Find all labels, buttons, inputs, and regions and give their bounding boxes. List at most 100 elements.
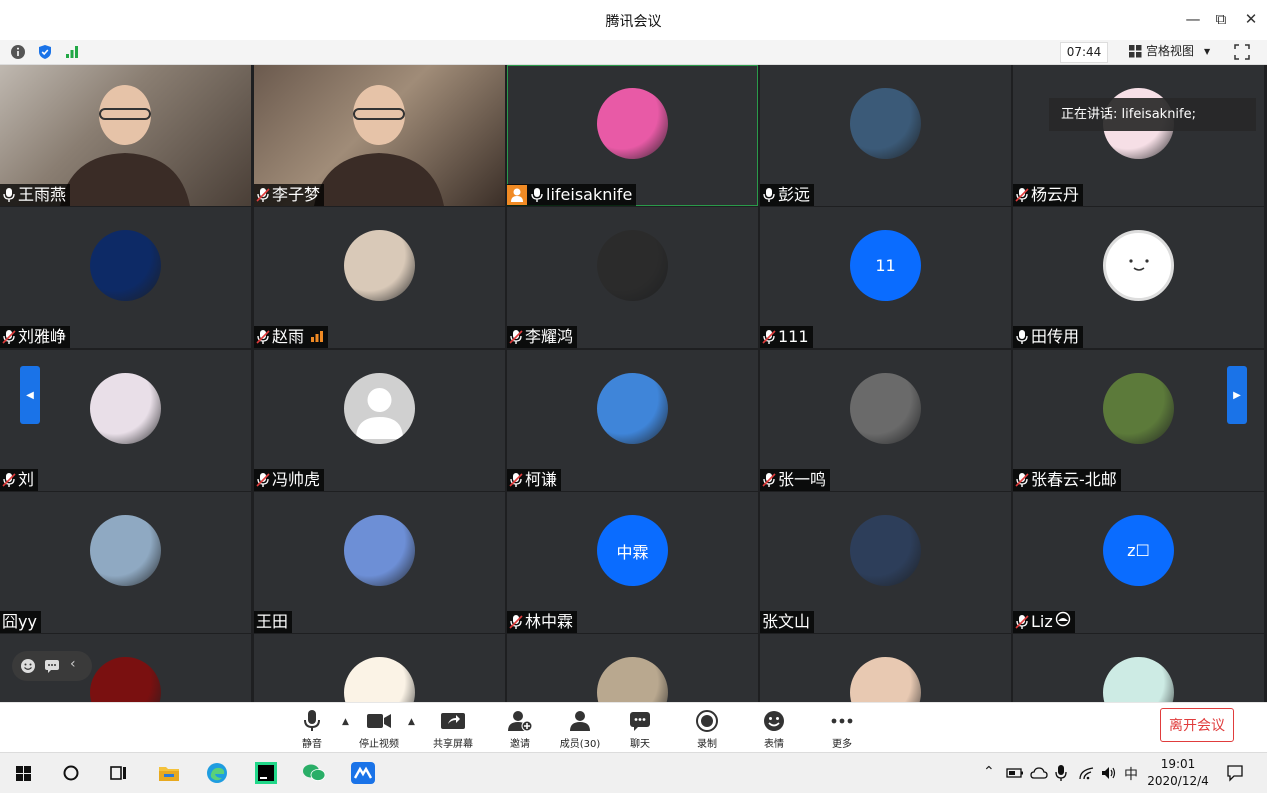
participant-tile[interactable]: z☐ Liz (1013, 492, 1264, 633)
meeting-timer: 07:44 (1060, 42, 1108, 63)
minimize-button[interactable]: — (1182, 8, 1204, 30)
window-title: 腾讯会议 (605, 14, 662, 30)
video-options-caret-icon[interactable]: ▲ (408, 717, 418, 727)
participant-avatar: 11 (850, 230, 921, 301)
more-button[interactable]: 更多 (812, 709, 872, 751)
participant-name-tag: 刘 (0, 469, 39, 491)
participant-name: Liz (1031, 612, 1053, 631)
share-screen-label: 共享屏幕 (433, 739, 473, 750)
system-clock[interactable]: 19:01 2020/12/4 (1146, 756, 1210, 790)
task-view-icon[interactable] (104, 759, 132, 787)
participant-tile[interactable]: 中霖 林中霖 (507, 492, 758, 633)
close-button[interactable]: ✕ (1240, 8, 1262, 30)
input-method-indicator[interactable]: 中 (1124, 764, 1138, 783)
quick-reaction-pill: ‹ (12, 651, 92, 681)
smile-face-icon (1128, 258, 1149, 271)
pycharm-icon[interactable] (252, 759, 280, 787)
participant-name-tag: 田传用 (1013, 326, 1084, 348)
fullscreen-icon[interactable] (1234, 44, 1250, 60)
network-signal-icon[interactable] (64, 44, 80, 60)
participant-tile[interactable]: 王田 (254, 492, 505, 633)
stop-video-button[interactable]: 停止视频 (349, 709, 409, 751)
participant-tile[interactable] (1013, 634, 1264, 702)
participant-tile[interactable]: 王雨燕 (0, 65, 251, 206)
participant-avatar (1103, 657, 1174, 702)
tray-microphone-icon[interactable] (1054, 764, 1068, 782)
participant-tile[interactable]: 李耀鸿 (507, 207, 758, 348)
record-icon (696, 710, 718, 732)
windows-start-icon[interactable] (10, 759, 38, 787)
info-icon[interactable] (10, 44, 26, 60)
participant-name: 冯帅虎 (272, 470, 321, 489)
mic-muted-icon (762, 330, 776, 344)
participant-tile[interactable]: 刘雅峥 (0, 207, 251, 348)
participant-name-tag: Liz (1013, 611, 1075, 633)
participant-tile[interactable]: 李子梦 (254, 65, 505, 206)
mic-muted-icon (762, 473, 776, 487)
battery-icon[interactable] (1006, 764, 1024, 782)
next-page-button[interactable]: ▶ (1227, 366, 1247, 424)
participant-name: 张春云-北邮 (1031, 470, 1117, 489)
share-screen-button[interactable]: 共享屏幕 (423, 709, 483, 751)
participant-name-tag: 张一鸣 (760, 469, 831, 491)
participant-name: 李子梦 (272, 185, 321, 204)
security-shield-icon[interactable] (37, 44, 53, 60)
participant-tile[interactable]: 张文山 (760, 492, 1011, 633)
participant-name: 李耀鸿 (525, 327, 574, 346)
participant-tile[interactable]: 杨云丹 (1013, 65, 1264, 206)
participant-tile[interactable]: 彭远 (760, 65, 1011, 206)
mic-muted-icon (2, 473, 16, 487)
collapse-icon[interactable]: ‹ (70, 656, 76, 672)
microphone-icon (304, 710, 320, 731)
mute-button[interactable]: 静音 (282, 709, 342, 751)
members-icon (570, 711, 590, 731)
title-bar: 腾讯会议 — ⧉ ✕ (0, 0, 1267, 40)
members-button[interactable]: 成员(30) (550, 709, 610, 751)
tray-expand-icon[interactable]: ⌃ (983, 764, 995, 782)
participant-tile[interactable]: lifeisaknife (507, 65, 758, 206)
participant-tile[interactable]: 柯谦 (507, 350, 758, 491)
emoji-button[interactable]: 表情 (744, 709, 804, 751)
leave-meeting-button[interactable]: 离开会议 (1160, 708, 1234, 742)
record-button[interactable]: 录制 (677, 709, 737, 751)
participant-tile[interactable]: 囧yy (0, 492, 251, 633)
participant-tile[interactable]: 张一鸣 (760, 350, 1011, 491)
chevron-left-icon: ◀ (26, 389, 34, 401)
participant-name-tag: 王雨燕 (0, 184, 71, 206)
record-label: 录制 (697, 739, 717, 750)
grid-view-label: 宫格视图 (1146, 44, 1195, 58)
wechat-icon[interactable] (300, 759, 328, 787)
file-explorer-icon[interactable] (155, 759, 183, 787)
search-icon[interactable] (57, 759, 85, 787)
invite-button[interactable]: 邀请 (490, 709, 550, 751)
participant-name-tag: 李耀鸿 (507, 326, 578, 348)
tencent-meeting-icon[interactable] (349, 759, 377, 787)
notification-icon[interactable] (1226, 764, 1244, 782)
avatar-initials: z☐ (1127, 541, 1150, 560)
participant-tile[interactable]: 冯帅虎 (254, 350, 505, 491)
grid-view-button[interactable]: 宫格视图 ▼ (1124, 42, 1218, 61)
cloud-icon[interactable] (1030, 764, 1048, 782)
edge-browser-icon[interactable] (203, 759, 231, 787)
participant-tile[interactable]: 11 111 (760, 207, 1011, 348)
participant-avatar (1103, 373, 1174, 444)
participant-tile[interactable] (254, 634, 505, 702)
chat-button[interactable]: 聊天 (610, 709, 670, 751)
windows-taskbar: ⌃ 中 19:01 2020/12/4 (0, 752, 1267, 793)
participant-tile[interactable]: 赵雨 (254, 207, 505, 348)
participant-name: 王田 (256, 612, 289, 631)
emoji-icon[interactable] (20, 658, 36, 674)
chat-bubble-icon[interactable] (44, 658, 60, 674)
host-badge-icon (507, 185, 527, 205)
previous-page-button[interactable]: ◀ (20, 366, 40, 424)
wifi-icon[interactable] (1078, 764, 1096, 782)
participant-tile[interactable] (507, 634, 758, 702)
participant-tile[interactable]: 田传用 (1013, 207, 1264, 348)
mic-muted-icon (509, 330, 523, 344)
participant-avatar (850, 515, 921, 586)
participant-tile[interactable] (760, 634, 1011, 702)
restore-button[interactable]: ⧉ (1210, 8, 1232, 30)
participant-avatar (344, 657, 415, 702)
volume-icon[interactable] (1100, 764, 1118, 782)
participant-avatar (597, 373, 668, 444)
